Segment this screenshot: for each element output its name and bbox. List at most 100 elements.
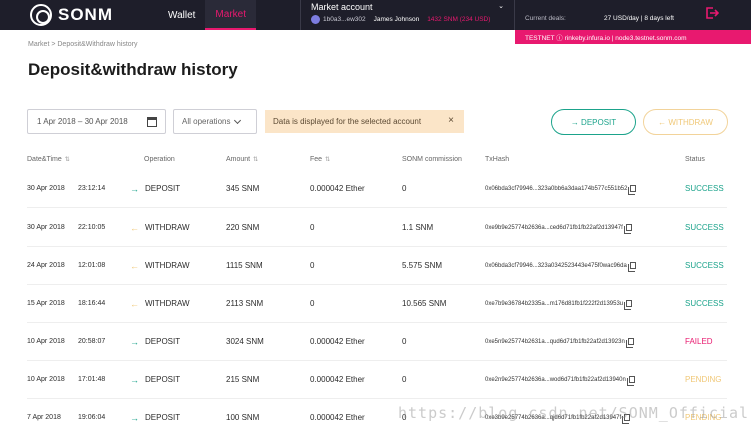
nav-market[interactable]: Market bbox=[205, 0, 256, 30]
arrow-left-icon: ← bbox=[130, 260, 139, 271]
account-address: 1b0a3...ew302 bbox=[323, 16, 366, 23]
row-operation: WITHDRAW bbox=[145, 261, 190, 270]
row-fee: 0.000042 Ether bbox=[310, 375, 365, 384]
close-icon[interactable]: × bbox=[448, 115, 454, 126]
testnet-banner: TESTNET ⓘ rinkeby.infura.io | node3.test… bbox=[515, 30, 751, 44]
deposit-button[interactable]: → DEPOSIT bbox=[551, 109, 636, 135]
row-amount: 1115 SNM bbox=[226, 261, 263, 270]
table-row[interactable]: 10 Apr 2018 20:58:07 → DEPOSIT 3024 SNM 0.000… bbox=[27, 323, 727, 361]
row-fee: 0.000042 Ether bbox=[310, 413, 365, 422]
row-txhash: 0xe5n9e25774b2631a...qud6d71fb1fb22af2d1… bbox=[485, 323, 634, 360]
row-txhash: 0x06bda3cf79946...323a0342523443e475f0wa… bbox=[485, 247, 636, 284]
table-row[interactable]: 30 Apr 2018 22:10:05 ← WITHDRAW 220 SNM 0 1.1 … bbox=[27, 209, 727, 247]
row-txhash: 0xe7b9e36784b2335a...m176d81fb1f222f2d13… bbox=[485, 285, 633, 322]
account-name: James Johnson bbox=[373, 16, 420, 23]
arrow-right-icon: → bbox=[130, 183, 139, 194]
sort-icon: ⇅ bbox=[253, 157, 259, 163]
row-status: FAILED bbox=[685, 337, 713, 346]
row-fee: 0 bbox=[310, 223, 315, 232]
logo[interactable]: SONM bbox=[0, 0, 150, 30]
current-deals-value: 27 USD/day | 8 days left bbox=[604, 15, 674, 22]
sort-icon: ⇅ bbox=[64, 157, 70, 163]
account-title: Market account bbox=[311, 2, 373, 12]
current-deals-label: Current deals: bbox=[525, 15, 566, 22]
row-amount: 215 SNM bbox=[226, 375, 260, 384]
row-status: SUCCESS bbox=[685, 261, 724, 270]
table-row[interactable]: 15 Apr 2018 18:16:44 ← WITHDRAW 2113 SNM 0 10.… bbox=[27, 285, 727, 323]
row-time: 18:16:44 bbox=[78, 300, 106, 307]
row-operation: DEPOSIT bbox=[145, 413, 181, 422]
row-time: 17:01:48 bbox=[78, 376, 106, 383]
row-fee: 0 bbox=[310, 299, 315, 308]
row-amount: 220 SNM bbox=[226, 223, 260, 232]
watermark: https://blog.csdn.net/SONM_Official bbox=[398, 404, 750, 422]
arrow-right-icon: → bbox=[130, 412, 139, 423]
page-title: Deposit&withdraw history bbox=[28, 60, 238, 79]
table-row[interactable]: 10 Apr 2018 17:01:48 → DEPOSIT 215 SNM 0.0000… bbox=[27, 361, 727, 399]
account-selector[interactable]: Market account ⌄ 1b0a3...ew302 James Joh… bbox=[300, 0, 515, 30]
header-status: Status bbox=[685, 156, 705, 163]
date-range-picker[interactable]: 1 Apr 2018 – 30 Apr 2018 bbox=[27, 109, 166, 134]
row-amount: 100 SNM bbox=[226, 413, 260, 422]
copy-icon[interactable] bbox=[627, 262, 636, 272]
logout-icon[interactable] bbox=[705, 6, 719, 20]
row-date: 10 Apr 2018 bbox=[27, 338, 65, 345]
account-notice: Data is displayed for the selected accou… bbox=[265, 110, 464, 133]
table-row[interactable]: 24 Apr 2018 12:01:08 ← WITHDRAW 1115 SNM 0 5.5… bbox=[27, 247, 727, 285]
row-status: SUCCESS bbox=[685, 223, 724, 232]
row-date: 30 Apr 2018 bbox=[27, 224, 65, 231]
row-date: 30 Apr 2018 bbox=[27, 185, 65, 192]
row-fee: 0.000042 Ether bbox=[310, 337, 365, 346]
header-fee[interactable]: Fee ⇅ bbox=[310, 156, 330, 163]
row-time: 20:58:07 bbox=[78, 338, 106, 345]
row-time: 22:10:05 bbox=[78, 224, 106, 231]
row-date: 15 Apr 2018 bbox=[27, 300, 65, 307]
row-commission: 0 bbox=[402, 375, 407, 384]
row-amount: 345 SNM bbox=[226, 184, 260, 193]
copy-icon[interactable] bbox=[625, 338, 634, 348]
header-datetime[interactable]: Date&Time ⇅ bbox=[27, 156, 70, 163]
sort-icon: ⇅ bbox=[325, 157, 331, 163]
operations-value: All operations bbox=[182, 117, 231, 126]
row-commission: 5.575 SNM bbox=[402, 261, 443, 270]
row-time: 23:12:14 bbox=[78, 185, 106, 192]
row-status: PENDING bbox=[685, 375, 722, 384]
logo-text: SONM bbox=[58, 5, 113, 24]
copy-icon[interactable] bbox=[628, 185, 637, 195]
chevron-down-icon: ⌄ bbox=[498, 3, 504, 10]
copy-icon[interactable] bbox=[624, 300, 633, 310]
row-operation: WITHDRAW bbox=[145, 223, 190, 232]
row-commission: 10.565 SNM bbox=[402, 299, 447, 308]
row-txhash: 0x06bda3cf79946...323a0bb6a3daa174b577c5… bbox=[485, 170, 637, 207]
date-range-value: 1 Apr 2018 – 30 Apr 2018 bbox=[37, 117, 128, 126]
arrow-left-icon: ← bbox=[130, 222, 139, 233]
row-amount: 2113 SNM bbox=[226, 299, 264, 308]
account-avatar bbox=[311, 15, 320, 24]
sonm-logo-icon bbox=[30, 4, 52, 26]
calendar-icon bbox=[147, 117, 157, 127]
row-date: 24 Apr 2018 bbox=[27, 262, 65, 269]
header-commission: SONM commission bbox=[402, 156, 462, 163]
operations-select[interactable]: All operations bbox=[173, 109, 257, 134]
chevron-down-icon bbox=[234, 116, 242, 124]
copy-icon[interactable] bbox=[623, 224, 632, 234]
row-time: 19:06:04 bbox=[78, 414, 106, 421]
row-txhash: 0xe2n9e25774b2636a...wod6d71fb1fb22af2d1… bbox=[485, 361, 635, 398]
row-operation: DEPOSIT bbox=[145, 375, 181, 384]
header-amount[interactable]: Amount ⇅ bbox=[226, 156, 258, 163]
nav-wallet[interactable]: Wallet bbox=[158, 0, 205, 30]
row-commission: 1.1 SNM bbox=[402, 223, 434, 232]
arrow-right-icon: → bbox=[130, 336, 139, 347]
account-balance: 1432 SNM (234 USD) bbox=[427, 16, 491, 23]
copy-icon[interactable] bbox=[626, 376, 635, 386]
row-date: 7 Apr 2018 bbox=[27, 414, 61, 421]
table-row[interactable]: 30 Apr 2018 23:12:14 → DEPOSIT 345 SNM 0.0000… bbox=[27, 170, 727, 208]
header-operation: Operation bbox=[144, 156, 175, 163]
breadcrumb[interactable]: Market > Deposit&Withdraw history bbox=[28, 41, 138, 48]
withdraw-button[interactable]: ← WITHDRAW bbox=[643, 109, 728, 135]
row-fee: 0.000042 Ether bbox=[310, 184, 365, 193]
row-amount: 3024 SNM bbox=[226, 337, 264, 346]
arrow-left-icon: ← bbox=[130, 298, 139, 309]
notice-text: Data is displayed for the selected accou… bbox=[273, 117, 422, 126]
row-fee: 0 bbox=[310, 261, 315, 270]
